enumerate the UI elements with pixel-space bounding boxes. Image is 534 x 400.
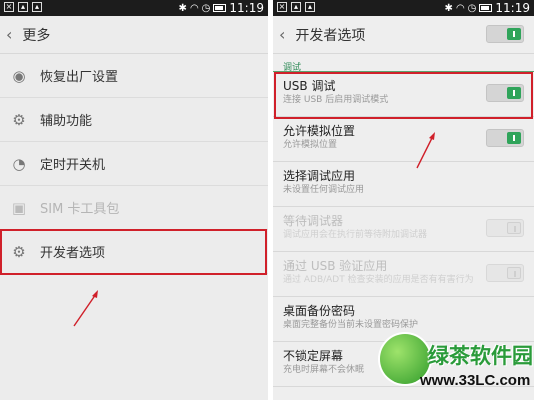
setting-mock-location[interactable]: 允许模拟位置 允许模拟位置 [273, 117, 534, 162]
bluetooth-icon: ✱ [178, 2, 187, 14]
bluetooth-icon: ✱ [444, 2, 453, 14]
setting-select-debug-app[interactable]: 选择调试应用 未设置任何调试应用 [273, 162, 534, 207]
notification-icons: × ▴ ▴ [4, 2, 42, 12]
highlight-box-developer-options [0, 229, 267, 275]
alarm-icon: ◷ [467, 2, 477, 14]
watermark-title: 绿茶软件园 [428, 344, 533, 368]
menu-item-label: SIM 卡工具包 [40, 202, 120, 217]
menu-item-scheduled-power[interactable]: ◔ 定时开关机 [0, 142, 268, 186]
verify-apps-toggle [486, 264, 524, 282]
mock-location-toggle[interactable] [486, 129, 524, 147]
top-bar: ‹ 开发者选项 [273, 16, 534, 54]
more-settings-screen: × ▴ ▴ ✱ ◠ ◷ 11:19 ‹ 更多 ◉ 恢复出厂设置 ⚙ 辅助功能 ◔… [0, 0, 268, 400]
developer-options-screen: × ▴ ▴ ✱ ◠ ◷ 11:19 ‹ 开发者选项 调试 USB 调试 连接 U… [273, 0, 534, 400]
sim-card-icon: ▣ [11, 198, 27, 217]
status-bar: × ▴ ▴ ✱ ◠ ◷ 11:19 [0, 0, 268, 16]
status-time: 11:19 [495, 1, 530, 15]
page-title: 开发者选项 [295, 27, 366, 44]
menu-item-sim-toolkit: ▣ SIM 卡工具包 [0, 186, 268, 230]
toggle-knob [507, 267, 521, 279]
setting-verify-apps-over-usb: 通过 USB 验证应用 通过 ADB/ADT 检查安装的应用是否有有害行为 [273, 252, 534, 297]
wifi-icon: ◠ [189, 2, 199, 14]
toggle-knob [507, 132, 521, 144]
menu-item-label: 定时开关机 [40, 158, 106, 173]
battery-icon [213, 4, 227, 12]
developer-options-master-toggle[interactable] [486, 25, 524, 43]
back-chevron-icon[interactable]: ‹ [279, 25, 285, 44]
status-time: 11:19 [229, 1, 264, 15]
watermark-url: www.33LC.com [420, 372, 531, 389]
status-indicators: ✱ ◠ ◷ 11:19 [445, 1, 530, 15]
setting-title: 桌面备份密码 [283, 304, 356, 318]
menu-item-label: 辅助功能 [40, 114, 93, 129]
back-chevron-icon[interactable]: ‹ [6, 25, 12, 44]
gear-icon: ⚙ [12, 110, 26, 129]
section-header-debug: 调试 [273, 54, 534, 73]
wifi-icon: ◠ [455, 2, 465, 14]
timer-icon: ◔ [12, 154, 26, 173]
setting-desc: 未设置任何调试应用 [283, 185, 365, 195]
watermark: 绿茶软件园 www.33LC.com [380, 334, 533, 394]
status-indicators: ✱ ◠ ◷ 11:19 [179, 1, 264, 15]
notification-x-icon: × [277, 2, 287, 12]
notification-image-icon-2: ▴ [305, 2, 315, 12]
toggle-knob [507, 222, 521, 234]
menu-item-factory-reset[interactable]: ◉ 恢复出厂设置 [0, 54, 268, 98]
notification-image-icon: ▴ [291, 2, 301, 12]
toggle-knob [507, 28, 521, 40]
notification-icons: × ▴ ▴ [277, 2, 315, 12]
setting-title: 选择调试应用 [283, 169, 356, 183]
highlight-box-usb-debugging [274, 72, 533, 119]
wait-for-debugger-toggle [486, 219, 524, 237]
annotation-arrow-icon [416, 132, 435, 169]
notification-image-icon: ▴ [18, 2, 28, 12]
page-title: 更多 [22, 27, 51, 44]
setting-desc: 桌面完整备份当前未设置密码保护 [283, 320, 419, 330]
notification-x-icon: × [4, 2, 14, 12]
alarm-icon: ◷ [201, 2, 211, 14]
menu-item-label: 恢复出厂设置 [40, 70, 119, 85]
top-bar: ‹ 更多 [0, 16, 268, 54]
status-bar: × ▴ ▴ ✱ ◠ ◷ 11:19 [273, 0, 534, 16]
notification-image-icon-2: ▴ [32, 2, 42, 12]
setting-wait-for-debugger: 等待调试器 调试应用会在执行前等待附加调试器 [273, 207, 534, 252]
battery-icon [479, 4, 493, 12]
reset-icon: ◉ [12, 66, 26, 85]
annotation-arrow-icon [73, 290, 98, 327]
menu-item-accessibility[interactable]: ⚙ 辅助功能 [0, 98, 268, 142]
